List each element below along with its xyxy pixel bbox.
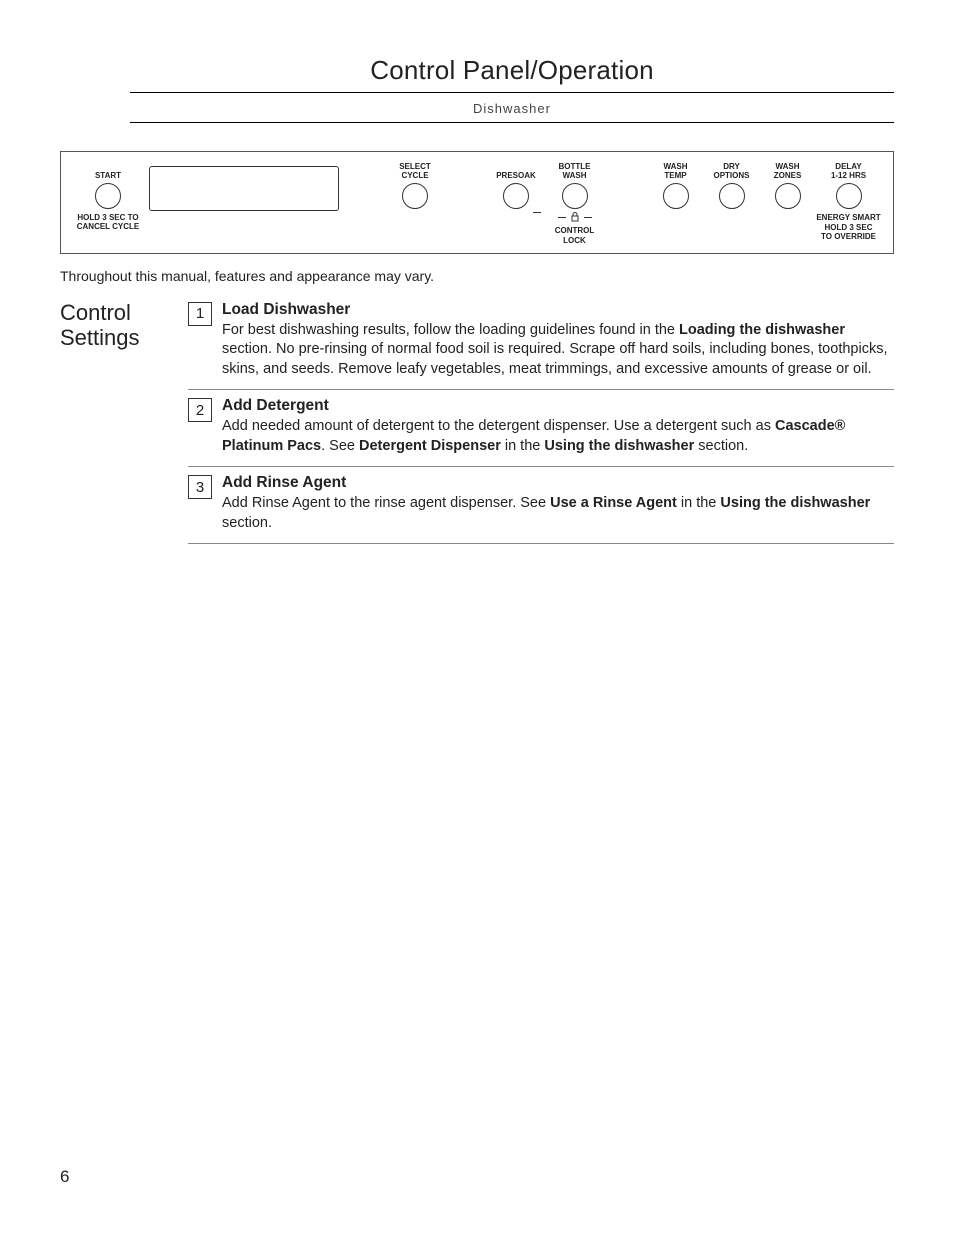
step-title: Add Rinse Agent: [222, 474, 346, 491]
control-panel-diagram: START HOLD 3 SEC TO CANCEL CYCLE SELECT …: [60, 151, 894, 254]
panel-select-cycle: SELECT CYCLE: [390, 162, 440, 209]
page-number: 6: [60, 1167, 69, 1187]
lock-icon: [570, 212, 580, 222]
page-title: Control Panel/Operation: [130, 55, 894, 93]
steps-list: 1 Load Dishwasher For best dishwashing r…: [188, 300, 894, 545]
panel-start: START HOLD 3 SEC TO CANCEL CYCLE: [73, 162, 143, 231]
panel-dry-options: DRY OPTIONS: [704, 162, 759, 209]
panel-start-sub2: CANCEL CYCLE: [77, 222, 140, 231]
knob-icon: [775, 183, 801, 209]
knob-icon: [402, 183, 428, 209]
step-title: Load Dishwasher: [222, 301, 350, 318]
knob-icon: [663, 183, 689, 209]
page-subtitle: Dishwasher: [130, 101, 894, 116]
step-number: 2: [188, 398, 212, 422]
panel-bottle-wash: BOTTLE WASH CONTROL LOCK: [547, 162, 602, 245]
panel-wash-temp: WASH TEMP: [653, 162, 698, 209]
knob-icon: [719, 183, 745, 209]
panel-wash-zones: WASH ZONES: [765, 162, 810, 209]
panel-presoak: PRESOAK: [491, 162, 541, 213]
step-number: 3: [188, 475, 212, 499]
knob-icon: [95, 183, 121, 209]
knob-icon: [503, 183, 529, 209]
step-item: 3 Add Rinse Agent Add Rinse Agent to the…: [188, 467, 894, 544]
panel-delay: DELAY 1-12 HRS ENERGY SMART HOLD 3 SEC T…: [816, 162, 881, 241]
knob-icon: [562, 183, 588, 209]
variance-note: Throughout this manual, features and app…: [60, 268, 894, 284]
section-label: Control Settings: [60, 300, 170, 545]
panel-start-sub1: HOLD 3 SEC TO: [77, 213, 140, 222]
panel-display: [149, 166, 339, 211]
header-rule: [130, 122, 894, 123]
panel-start-label: START: [95, 171, 121, 180]
knob-icon: [836, 183, 862, 209]
header-block: Control Panel/Operation Dishwasher: [130, 55, 894, 123]
control-lock-row: [558, 212, 592, 222]
step-title: Add Detergent: [222, 397, 329, 414]
step-number: 1: [188, 302, 212, 326]
step-item: 1 Load Dishwasher For best dishwashing r…: [188, 300, 894, 391]
step-item: 2 Add Detergent Add needed amount of det…: [188, 390, 894, 467]
